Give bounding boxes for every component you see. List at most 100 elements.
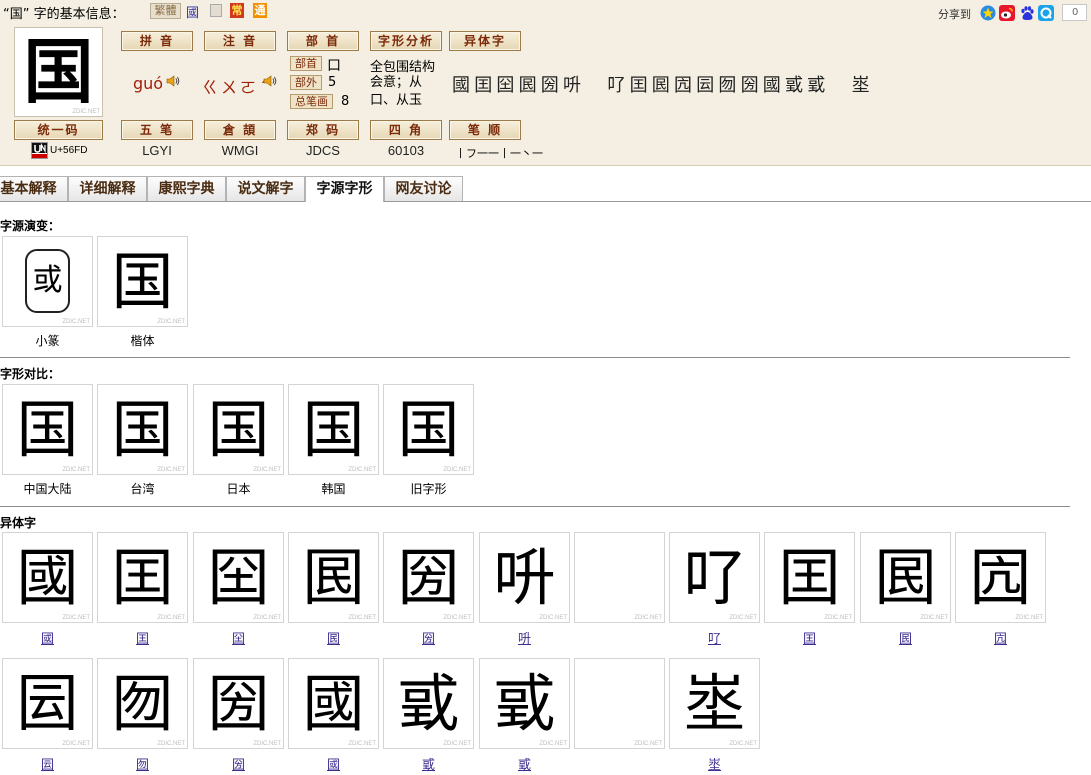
weibo-icon[interactable]: [999, 5, 1015, 21]
variant-strip-char[interactable]: 𢧀: [827, 71, 849, 92]
glyph-char: 国: [194, 385, 283, 474]
watermark: ZDIC.NET: [157, 615, 185, 621]
variant-strip-char[interactable]: 囯: [628, 71, 650, 97]
variant-strip-char[interactable]: 埊: [850, 71, 872, 97]
tab-divider: [0, 201, 1091, 202]
glyph-char: 囻: [289, 533, 378, 622]
variant-strip-char[interactable]: 囫: [716, 71, 738, 97]
cangjie-value: WMGI: [204, 143, 276, 158]
variant-link[interactable]: 戜: [422, 758, 435, 773]
tab-detailed[interactable]: 详细解释: [68, 176, 147, 201]
comparison-caption: 中国大陆: [2, 480, 93, 497]
variant-strip-char[interactable]: 國: [450, 71, 472, 97]
variant-link[interactable]: 囯: [803, 632, 816, 647]
variant-strip-char[interactable]: 囯: [472, 71, 494, 97]
variant-link[interactable]: 呏: [518, 632, 531, 647]
outer-strokes-value: 5: [328, 75, 336, 90]
variant-caption: 呏: [479, 628, 570, 647]
variant-link[interactable]: 戜: [518, 758, 531, 773]
variant-glyph-icon[interactable]: [210, 4, 222, 17]
traditional-tag[interactable]: 繁體: [150, 3, 181, 19]
variant-link[interactable]: 圀: [422, 632, 435, 647]
variant-strip-char[interactable]: 呏: [561, 71, 583, 97]
watermark: ZDIC.NET: [62, 615, 90, 621]
cangjie-label: 倉 頡: [204, 120, 276, 140]
baidu-icon[interactable]: [1019, 5, 1035, 21]
comparison-caption: 旧字形: [383, 480, 474, 497]
watermark: ZDIC.NET: [157, 741, 185, 747]
speaker-icon[interactable]: [263, 74, 277, 88]
glyph-char: 国: [289, 385, 378, 474]
variant-link[interactable]: 𠮩: [708, 632, 721, 647]
variant-strip-char[interactable]: 國: [761, 71, 783, 97]
total-strokes-value: 8: [341, 94, 349, 109]
glyph-char: 圀: [384, 533, 473, 622]
variant-strip-char[interactable]: 戜: [783, 71, 805, 97]
traditional-char-link[interactable]: 國: [186, 2, 199, 21]
variant-strip-char[interactable]: 𥡥: [583, 71, 605, 92]
watermark: ZDIC.NET: [72, 109, 100, 115]
tab-etymology[interactable]: 字源字形: [305, 176, 384, 202]
glyph-analysis-label: 字形分析: [370, 31, 442, 51]
variant-link[interactable]: 囻: [899, 632, 912, 647]
variant-glyph-image: 囻 ZDIC.NET: [288, 532, 379, 623]
variant-strip-char[interactable]: 𠮩: [605, 71, 627, 97]
variant-strip-char[interactable]: 囶: [494, 71, 516, 97]
variant-strip-char[interactable]: 囻: [517, 71, 539, 97]
variant-link[interactable]: 國: [41, 632, 54, 647]
variant-link[interactable]: 國: [327, 758, 340, 773]
variant-link[interactable]: 囶: [232, 632, 245, 647]
glyph-char: 国: [3, 385, 92, 474]
character-image: 国 ZDIC.NET: [14, 27, 103, 117]
glyph-char: 戜: [480, 659, 569, 748]
common-char-badge: 常: [230, 3, 244, 18]
variant-strip-char[interactable]: 圀: [539, 71, 561, 97]
variant-glyph-image: 戜 ZDIC.NET: [479, 658, 570, 749]
variant-glyph-image: 𢧀 ZDIC.NET: [574, 658, 665, 749]
glyph-char: 國: [3, 533, 92, 622]
share-label: 分享到: [938, 6, 971, 22]
watermark: ZDIC.NET: [62, 467, 90, 473]
radical-value: 口: [327, 55, 341, 75]
watermark: ZDIC.NET: [443, 615, 471, 621]
tab-shuowen[interactable]: 说文解字: [226, 176, 305, 201]
glyph-char: 囻: [861, 533, 950, 622]
tab-kangxi[interactable]: 康熙字典: [147, 176, 226, 201]
variant-caption: 囫: [97, 754, 188, 773]
page-title: “国” 字的基本信息：: [3, 3, 125, 22]
glyph-char: 𢧀: [575, 659, 664, 748]
variant-link[interactable]: 囩: [41, 758, 54, 773]
variant-link[interactable]: 埊: [708, 758, 721, 773]
variant-link[interactable]: 圀: [232, 758, 245, 773]
variant-link[interactable]: 囥: [994, 632, 1007, 647]
tab-basic[interactable]: 基本解释: [0, 176, 68, 201]
watermark: ZDIC.NET: [157, 467, 185, 473]
variant-link[interactable]: 囫: [136, 758, 149, 773]
variant-strip-char[interactable]: 囥: [672, 71, 694, 97]
glyph-char: 埊: [670, 659, 759, 748]
evolution-title: 字源演变：: [0, 217, 60, 234]
watermark: ZDIC.NET: [62, 741, 90, 747]
glyph-char: 囫: [98, 659, 187, 748]
speaker-icon[interactable]: [166, 74, 180, 88]
variant-link[interactable]: 囯: [136, 632, 149, 647]
general-char-badge: 通: [253, 3, 267, 18]
section-divider: [0, 506, 1070, 507]
qq-icon[interactable]: [1038, 5, 1054, 21]
watermark: ZDIC.NET: [348, 615, 376, 621]
variant-glyph-image: 𥡥 ZDIC.NET: [574, 532, 665, 623]
variants-title: 异体字: [0, 514, 36, 531]
variant-strip-char[interactable]: 圀: [739, 71, 761, 97]
variant-strip-char[interactable]: 囻: [650, 71, 672, 97]
variant-strip-char[interactable]: 戜: [805, 71, 827, 97]
variant-caption: 囯: [764, 628, 855, 647]
variant-caption: 戜: [479, 754, 570, 773]
variant-caption: 埊: [669, 754, 760, 773]
comparison-caption: 台湾: [97, 480, 188, 497]
variant-strip-char[interactable]: 囩: [694, 71, 716, 97]
qzone-icon[interactable]: [980, 5, 996, 21]
outer-strokes-tag: 部外: [290, 75, 322, 90]
tab-discussion[interactable]: 网友讨论: [384, 176, 463, 201]
variant-caption: 國: [2, 628, 93, 647]
variant-link[interactable]: 囻: [327, 632, 340, 647]
